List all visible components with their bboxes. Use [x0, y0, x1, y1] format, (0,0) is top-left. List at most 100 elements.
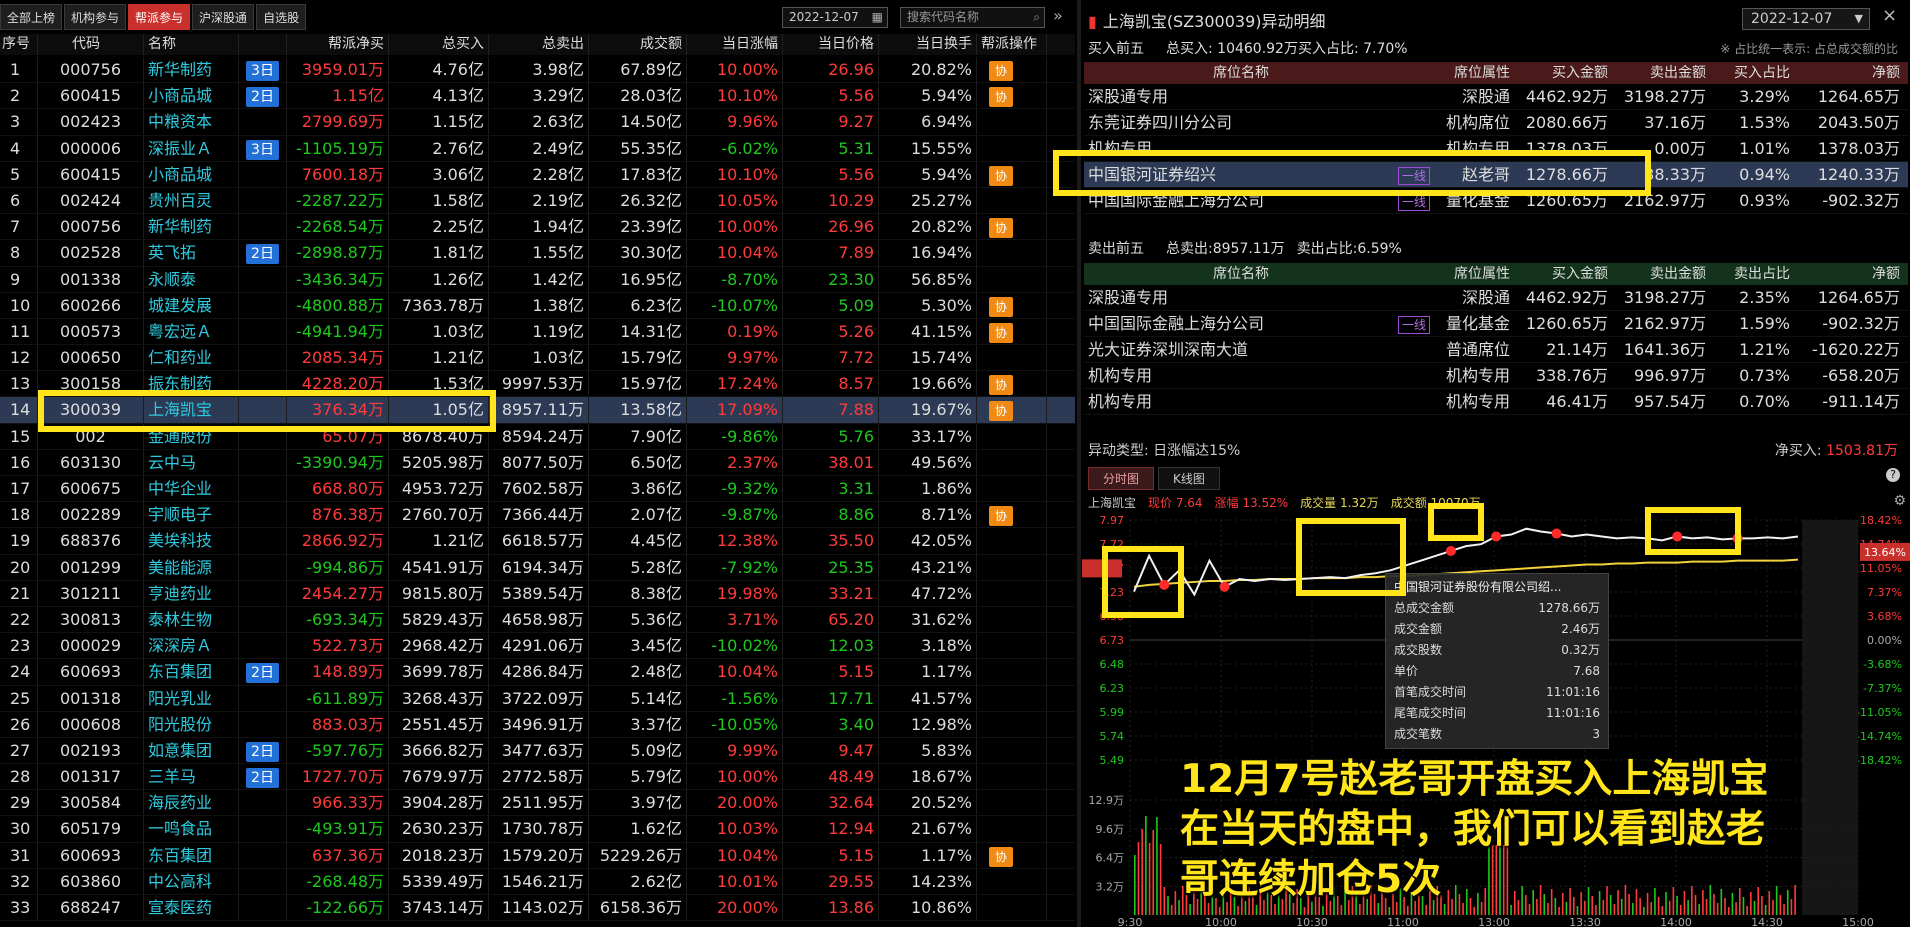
- streak-badge[interactable]: 3日: [246, 139, 279, 160]
- tab-watchlist[interactable]: 自选股: [256, 4, 307, 30]
- table-row[interactable]: 26 000608 阳光股份 883.03万 2551.45万 3496.91万 3.37亿…: [0, 711, 1075, 738]
- date-picker[interactable]: 2022-12-07 ▦: [782, 7, 888, 28]
- table-row[interactable]: 33 688247 宣泰医药 -122.66万 3743.14万 1143.02万 6158…: [0, 895, 1075, 922]
- seat-row[interactable]: 深股通专用 深股通 4462.92万 3198.27万 3.29% 1264.65万: [1084, 84, 1908, 110]
- sell-col-sell[interactable]: 卖出金额: [1612, 263, 1710, 285]
- streak-badge[interactable]: 3日: [246, 61, 279, 81]
- col-total-buy[interactable]: 总买入: [389, 34, 489, 55]
- detail-date-select[interactable]: 2022-12-07 ▼: [1742, 8, 1870, 30]
- seat-row[interactable]: 机构专用 机构专用 46.41万 957.54万 0.70% -911.14万: [1084, 389, 1908, 415]
- col-gang-net[interactable]: 帮派净买: [287, 34, 389, 55]
- col-index[interactable]: 序号: [0, 34, 38, 55]
- table-row[interactable]: 16 603130 云中马 -3390.94万 5205.98万 8077.50万 6.50…: [0, 449, 1075, 476]
- col-name[interactable]: 名称: [144, 34, 239, 55]
- table-row[interactable]: 10 600266 城建发展 -4800.88万 7363.78万 1.38亿 6.23亿 -…: [0, 292, 1075, 319]
- streak-badge[interactable]: 2日: [246, 87, 279, 108]
- tab-gang[interactable]: 帮派参与: [128, 4, 191, 30]
- table-row[interactable]: 29 300584 海辰药业 966.33万 3904.28万 2511.95万 3.97亿…: [0, 790, 1075, 817]
- collab-button[interactable]: 协: [989, 401, 1013, 422]
- seat-row[interactable]: 深股通专用 深股通 4462.92万 3198.27万 2.35% 1264.65万: [1084, 285, 1908, 311]
- table-row[interactable]: 21 301211 亨迪药业 2454.27万 9815.80万 5389.54万 8.38…: [0, 580, 1075, 607]
- table-row[interactable]: 14 300039 上海凯宝 376.34万 1.05亿 8957.11万 13.58亿 17…: [0, 397, 1075, 424]
- tab-connect[interactable]: 沪深股通: [192, 4, 255, 30]
- table-row[interactable]: 15 002 金通股份 65.07万 8678.40万 8594.24万 7.90亿 -9.8…: [0, 423, 1075, 450]
- table-row[interactable]: 27 002193 如意集团 2日 -597.76万 3666.82万 3477.63万 5.…: [0, 737, 1075, 765]
- seat-row[interactable]: 机构专用 机构专用 1378.03万 0.00万 1.01% 1378.03万: [1084, 136, 1908, 162]
- seat-row[interactable]: 光大证券深圳深南大道 普通席位 21.14万 1641.36万 1.21% -1620.2…: [1084, 337, 1908, 363]
- col-turnover[interactable]: 当日换手: [879, 34, 977, 55]
- sell-col-ratio[interactable]: 卖出占比: [1710, 263, 1794, 285]
- table-row[interactable]: 31 600693 东百集团 637.36万 2018.23万 1579.20万 5229.…: [0, 842, 1075, 869]
- search-input[interactable]: 搜索代码名称 ⌕: [900, 7, 1045, 28]
- table-row[interactable]: 13 300158 振东制药 4228.20万 1.53亿 9997.53万 15.97亿 1…: [0, 371, 1075, 398]
- collab-button[interactable]: 协: [989, 87, 1013, 108]
- buy-col-seat[interactable]: 席位名称: [1084, 62, 1394, 84]
- help-icon[interactable]: ?: [1886, 468, 1900, 482]
- buy-col-attr[interactable]: 席位属性: [1434, 62, 1514, 84]
- table-row[interactable]: 25 001318 阳光乳业 -611.89万 3268.43万 3722.09万 5.14…: [0, 685, 1075, 712]
- buy-col-sell[interactable]: 卖出金额: [1612, 62, 1710, 84]
- table-row[interactable]: 2 600415 小商品城 2日 1.15亿 4.13亿 3.29亿 28.03亿 10.10%…: [0, 83, 1075, 110]
- table-row[interactable]: 1 000756 新华制药 3日 3959.01万 4.76亿 3.98亿 67.89亿 10.…: [0, 57, 1075, 84]
- collab-button[interactable]: 协: [989, 846, 1013, 867]
- table-row[interactable]: 6 002424 贵州百灵 -2287.22万 1.58亿 2.19亿 26.32亿 10.0…: [0, 187, 1075, 215]
- collab-button[interactable]: 协: [989, 375, 1013, 396]
- table-row[interactable]: 11 000573 粤宏远Ａ -4941.94万 1.03亿 1.19亿 14.31亿 0.1…: [0, 318, 1075, 346]
- col-code[interactable]: 代码: [38, 34, 144, 55]
- seat-row[interactable]: 中国国际金融上海分公司 一线 量化基金 1260.65万 2162.97万 1.59% -9…: [1084, 311, 1908, 337]
- sell-col-buy[interactable]: 买入金额: [1514, 263, 1612, 285]
- table-row[interactable]: 19 688376 美埃科技 2866.92万 1.21亿 6618.57万 4.45亿 12…: [0, 528, 1075, 555]
- collab-button[interactable]: 协: [989, 61, 1013, 81]
- seat-row[interactable]: 东莞证券四川分公司 机构席位 2080.66万 37.16万 1.53% 2043.50万: [1084, 110, 1908, 136]
- table-row[interactable]: 3 002423 中粮资本 2799.69万 1.15亿 2.63亿 14.50亿 9.96%…: [0, 109, 1075, 136]
- calendar-icon[interactable]: ▦: [872, 8, 883, 27]
- collab-button[interactable]: 协: [989, 218, 1013, 239]
- collab-button[interactable]: 协: [989, 165, 1013, 186]
- table-row[interactable]: 30 605179 一鸣食品 -493.91万 2630.23万 1730.78万 1.62…: [0, 816, 1075, 843]
- table-row[interactable]: 24 600693 东百集团 2日 148.89万 3699.78万 4286.84万 2.4…: [0, 659, 1075, 686]
- buy-col-ratio[interactable]: 买入占比: [1710, 62, 1794, 84]
- streak-badge[interactable]: 2日: [246, 741, 279, 762]
- streak-badge[interactable]: 2日: [246, 244, 279, 265]
- table-row[interactable]: 9 001338 永顺泰 -3436.34万 1.26亿 1.42亿 16.95亿 -8.70…: [0, 266, 1075, 293]
- streak-badge[interactable]: 2日: [246, 663, 279, 684]
- table-row[interactable]: 5 600415 小商品城 7600.18万 3.06亿 2.28亿 17.83亿 10.10…: [0, 161, 1075, 188]
- table-row[interactable]: 32 603860 中公高科 -268.48万 5339.49万 1546.21万 2.62…: [0, 868, 1075, 895]
- table-row[interactable]: 20 001299 美能能源 -994.86万 4541.91万 6194.34万 5.28…: [0, 554, 1075, 581]
- table-row[interactable]: 12 000650 仁和药业 2085.34万 1.21亿 1.03亿 15.79亿 9.97…: [0, 345, 1075, 372]
- table-row[interactable]: 23 000029 深深房Ａ 522.73万 2968.42万 4291.06万 3.45亿…: [0, 633, 1075, 660]
- row-index: 19: [0, 528, 38, 554]
- gear-icon[interactable]: ⚙: [1893, 493, 1906, 509]
- panel-divider[interactable]: [1077, 0, 1081, 927]
- tab-all[interactable]: 全部上榜: [0, 4, 63, 30]
- table-row[interactable]: 8 002528 英飞拓 2日 -2898.87万 1.81亿 1.55亿 30.30亿 10.…: [0, 240, 1075, 267]
- col-total-sell[interactable]: 总卖出: [489, 34, 589, 55]
- table-row[interactable]: 7 000756 新华制药 -2268.54万 2.25亿 1.94亿 23.39亿 10.0…: [0, 214, 1075, 241]
- tab-kline[interactable]: K线图: [1158, 467, 1220, 490]
- tab-intraday[interactable]: 分时图: [1088, 467, 1155, 490]
- collab-button[interactable]: 协: [989, 296, 1013, 317]
- col-price[interactable]: 当日价格: [783, 34, 879, 55]
- search-icon[interactable]: ⌕: [1033, 8, 1040, 27]
- tab-institution[interactable]: 机构参与: [64, 4, 127, 30]
- collab-button[interactable]: 协: [989, 322, 1013, 343]
- table-row[interactable]: 4 000006 深振业Ａ 3日 -1105.19万 2.76亿 2.49亿 55.35亿 -6…: [0, 135, 1075, 162]
- sell-col-attr[interactable]: 席位属性: [1434, 263, 1514, 285]
- buy-col-buy[interactable]: 买入金额: [1514, 62, 1612, 84]
- seat-row[interactable]: 中国银河证券绍兴 一线 赵老哥 1278.66万 38.33万 0.94% 1240.33万: [1084, 162, 1908, 188]
- table-row[interactable]: 17 600675 中华企业 668.80万 4953.72万 7602.58万 3.86亿…: [0, 476, 1075, 503]
- sell-col-net[interactable]: 净额: [1794, 263, 1908, 285]
- close-icon[interactable]: ×: [1882, 5, 1897, 26]
- buy-col-net[interactable]: 净额: [1794, 62, 1908, 84]
- expand-icon[interactable]: »: [1053, 6, 1063, 25]
- table-row[interactable]: 22 300813 泰林生物 -693.34万 5829.43万 4658.98万 5.36…: [0, 606, 1075, 634]
- sell-col-seat[interactable]: 席位名称: [1084, 263, 1394, 285]
- col-volume[interactable]: 成交额: [589, 34, 687, 55]
- seat-row[interactable]: 中国国际金融上海分公司 一线 量化基金 1260.65万 2162.97万 0.93% -9…: [1084, 188, 1908, 214]
- streak-badge[interactable]: 2日: [246, 768, 279, 789]
- table-row[interactable]: 28 001317 三羊马 2日 1727.70万 7679.97万 2772.58万 5.7…: [0, 764, 1075, 791]
- col-change[interactable]: 当日涨幅: [687, 34, 783, 55]
- table-row[interactable]: 18 002289 宇顺电子 876.38万 2760.70万 7366.44万 2.07亿…: [0, 502, 1075, 529]
- collab-button[interactable]: 协: [989, 506, 1013, 527]
- seat-row[interactable]: 机构专用 机构专用 338.76万 996.97万 0.73% -658.20万: [1084, 363, 1908, 389]
